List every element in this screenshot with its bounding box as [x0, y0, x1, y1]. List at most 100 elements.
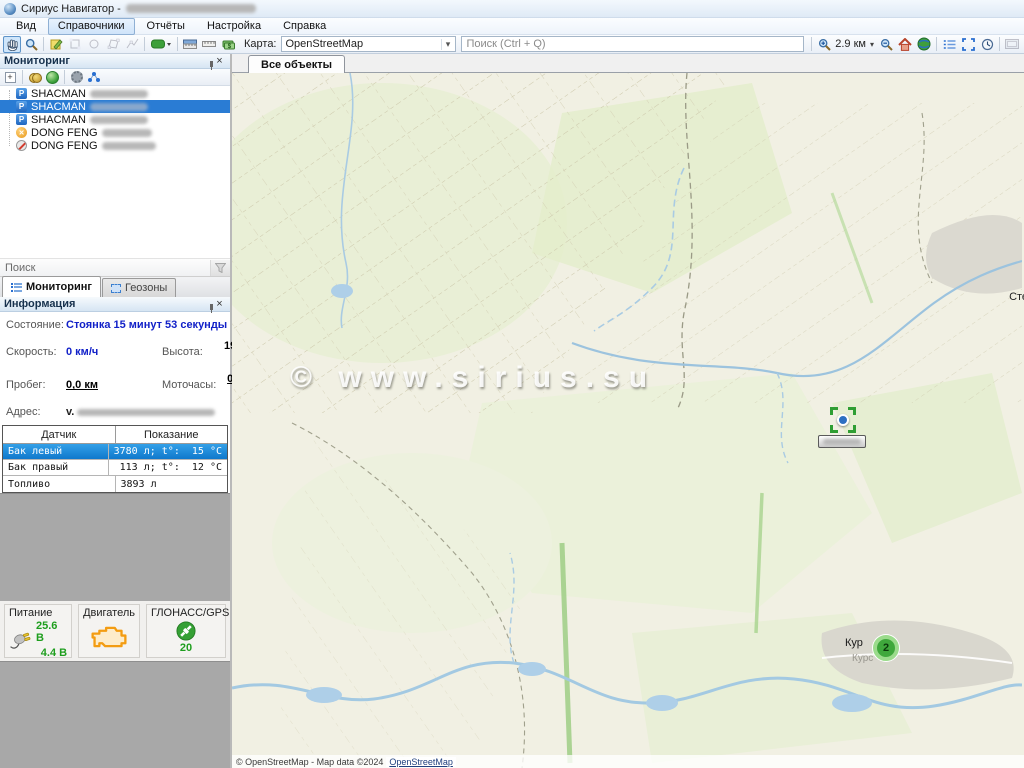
- minimap-button[interactable]: [1003, 36, 1021, 53]
- vehicle-row-selected[interactable]: P SHACMAN: [0, 100, 230, 113]
- zoom-select-button[interactable]: [22, 36, 40, 53]
- status-warning-icon: ✕: [16, 127, 27, 138]
- settings-button[interactable]: [70, 70, 84, 84]
- satellite-count: 20: [180, 642, 192, 654]
- map-edit-button[interactable]: [47, 36, 65, 53]
- cost-button[interactable]: $: [219, 36, 237, 53]
- vehicle-row[interactable]: P SHACMAN: [0, 113, 230, 126]
- map-scale-value[interactable]: 2.9 км: [835, 38, 866, 50]
- selected-vehicle-marker[interactable]: [830, 407, 856, 433]
- polygon-tool-icon: [107, 38, 120, 50]
- polyline-tool-button[interactable]: [123, 36, 141, 53]
- vehicle-row[interactable]: ✕ DONG FENG: [0, 126, 230, 139]
- speed-label: Скорость:: [6, 346, 66, 358]
- vehicle-search-input[interactable]: [0, 262, 210, 274]
- selection-bracket-icon: [848, 425, 856, 433]
- zoom-out-icon: [880, 38, 893, 51]
- hours-label: Моточасы:: [162, 379, 224, 391]
- show-on-map-button[interactable]: [45, 70, 59, 84]
- circle-tool-button[interactable]: [85, 36, 103, 53]
- menu-otchety[interactable]: Отчёты: [137, 18, 195, 35]
- vehicle-row[interactable]: DONG FENG: [0, 139, 230, 152]
- map-town-sublabel: Курс: [852, 653, 873, 664]
- vehicle-cluster-marker[interactable]: 2: [873, 635, 899, 661]
- close-panel-button[interactable]: ×: [213, 298, 226, 310]
- voltage-main: 25.6 В: [36, 620, 67, 644]
- panel-search-row: [0, 258, 230, 276]
- mileage-value[interactable]: 0,0 км: [66, 379, 162, 391]
- attribution-link[interactable]: OpenStreetMap: [386, 757, 456, 767]
- geozone-icon: [111, 284, 121, 293]
- menu-spravka[interactable]: Справка: [273, 18, 336, 35]
- map-tab-all-objects[interactable]: Все объекты: [248, 55, 345, 73]
- home-icon: [898, 38, 912, 51]
- expand-all-button[interactable]: +: [3, 70, 17, 84]
- zoom-in-button[interactable]: [815, 36, 833, 53]
- map-search-input[interactable]: [461, 36, 805, 52]
- engine-label: Двигатель: [83, 607, 135, 619]
- money-icon: $: [222, 38, 235, 51]
- map-column: Все объекты: [232, 54, 1024, 768]
- zoom-out-button[interactable]: [877, 36, 895, 53]
- measure-distance-button[interactable]: [181, 36, 199, 53]
- binoculars-icon: [29, 73, 42, 82]
- status-offline-icon: [16, 140, 27, 151]
- altitude-label: Высота:: [162, 346, 224, 358]
- sensor-row[interactable]: Бак левый 3780 л; t°: 15 °C: [3, 444, 227, 460]
- address-label: Адрес:: [6, 406, 66, 418]
- selection-bracket-icon: [848, 407, 856, 415]
- menu-spravochniki[interactable]: Справочники: [48, 18, 135, 35]
- window-title: Сириус Навигатор -: [21, 3, 121, 15]
- menu-vid[interactable]: Вид: [6, 18, 46, 35]
- find-vehicle-button[interactable]: [28, 70, 42, 84]
- menu-bar: Вид Справочники Отчёты Настройка Справка: [0, 18, 1024, 35]
- sensor-row[interactable]: Топливо 3893 л: [3, 476, 227, 492]
- menu-nastroika[interactable]: Настройка: [197, 18, 271, 35]
- tab-geozones[interactable]: Геозоны: [102, 278, 176, 297]
- map-provider-select[interactable]: OpenStreetMap ▾: [281, 36, 456, 52]
- expand-all-icon: +: [5, 72, 16, 83]
- tab-monitoring[interactable]: Мониторинг: [2, 276, 101, 297]
- history-button[interactable]: [978, 36, 996, 53]
- list-icon: [943, 39, 956, 50]
- sensor-row[interactable]: Бак правый 113 л; t°: 12 °C: [3, 460, 227, 476]
- home-button[interactable]: [896, 36, 914, 53]
- filter-button[interactable]: [210, 260, 230, 276]
- main-toolbar: $ Карта: OpenStreetMap ▾ 2.9 км ▾: [0, 35, 1024, 54]
- toolbar-separator: [177, 37, 178, 51]
- map-town-label-kur: Кур: [845, 637, 863, 649]
- polyline-tool-icon: [126, 38, 139, 50]
- map-edit-icon: [50, 38, 63, 51]
- vehicle-plate-redacted: [823, 439, 861, 445]
- circle-tool-icon: [88, 38, 100, 50]
- vehicle-name: SHACMAN: [31, 114, 86, 126]
- monitoring-toolbar: +: [0, 69, 230, 86]
- select-rect-tool-button[interactable]: [66, 36, 84, 53]
- sensor-name: Бак правый: [3, 460, 109, 475]
- close-panel-button[interactable]: ×: [213, 55, 226, 67]
- left-dock-panel: Мониторинг × + P SHACMAN: [0, 54, 232, 768]
- vehicle-map-label[interactable]: [818, 435, 866, 448]
- panel-tabs: Мониторинг Геозоны: [0, 276, 230, 297]
- chevron-down-icon: ▾: [441, 39, 455, 50]
- pan-tool-button[interactable]: [3, 36, 21, 53]
- track-color-button[interactable]: [148, 36, 174, 53]
- minimap-icon: [1005, 39, 1019, 49]
- scale-dropdown-icon[interactable]: ▾: [870, 40, 874, 49]
- info-panel-header: Информация ×: [0, 297, 230, 312]
- monitoring-panel-header: Мониторинг ×: [0, 54, 230, 69]
- fit-objects-button[interactable]: [959, 36, 977, 53]
- vehicle-row[interactable]: P SHACMAN: [0, 87, 230, 100]
- globe-button[interactable]: [915, 36, 933, 53]
- power-label: Питание: [9, 607, 67, 619]
- map-canvas[interactable]: © www.sirius.su Степ Кур Курс 2 © OpenSt…: [232, 73, 1024, 768]
- sensor-value: 3780 л; t°: 15 °C: [109, 444, 227, 459]
- value-col-header: Показание: [116, 426, 228, 443]
- measure-area-button[interactable]: [200, 36, 218, 53]
- groups-button[interactable]: [87, 70, 101, 84]
- toolbar-separator: [811, 37, 812, 51]
- object-list-button[interactable]: [940, 36, 958, 53]
- status-parking-icon: P: [16, 114, 27, 125]
- vehicle-plate-redacted: [102, 129, 152, 137]
- polygon-tool-button[interactable]: [104, 36, 122, 53]
